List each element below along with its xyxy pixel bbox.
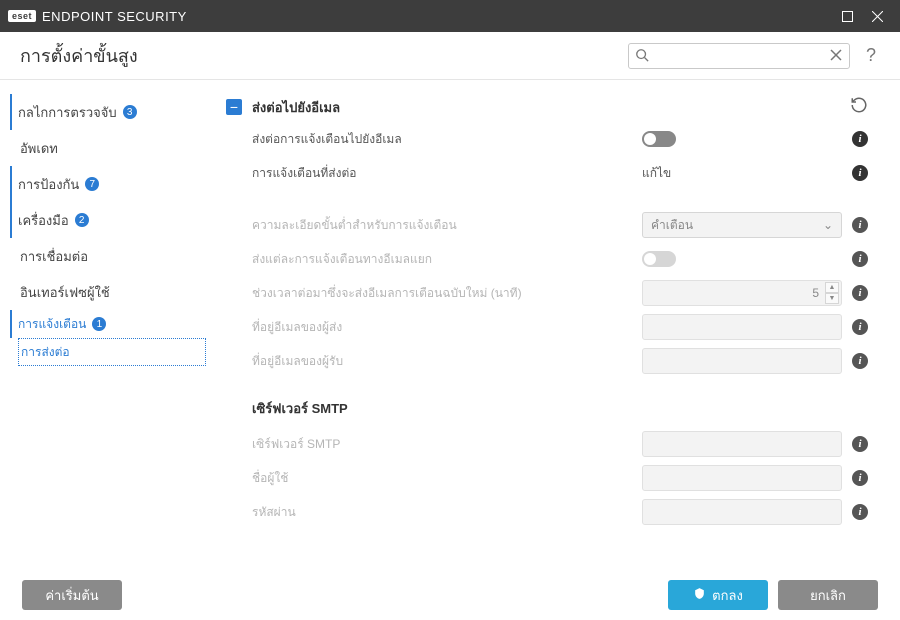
sidebar-item-label: การส่งต่อ: [21, 343, 70, 362]
row-label: รหัสผ่าน: [252, 503, 632, 522]
reset-icon[interactable]: [850, 96, 868, 119]
sidebar-badge: 3: [123, 105, 137, 119]
window-maximize-button[interactable]: [832, 0, 862, 32]
row-forward-notify: การแจ้งเตือนที่ส่งต่อ แก้ไข i: [226, 156, 868, 190]
search-box: [628, 43, 850, 69]
smtp-server-field[interactable]: [642, 431, 842, 457]
search-input[interactable]: [628, 43, 850, 69]
brand: eset ENDPOINT SECURITY: [8, 9, 187, 24]
row-smtp-password: รหัสผ่าน i: [226, 495, 868, 529]
row-smtp-server: เซิร์ฟเวอร์ SMTP i: [226, 427, 868, 461]
info-icon[interactable]: i: [852, 504, 868, 520]
search-icon: [635, 48, 649, 67]
collapse-icon[interactable]: −: [226, 99, 242, 115]
page-title: การตั้งค่าขั้นสูง: [20, 41, 616, 70]
sidebar-item-label: การป้องกัน: [18, 174, 79, 195]
row-label: ที่อยู่อีเมลของผู้ส่ง: [252, 318, 632, 337]
row-forward-enable: ส่งต่อการแจ้งเตือนไปยังอีเมล i: [226, 122, 868, 156]
scroll-area[interactable]: − ส่งต่อไปยังอีเมล ส่งต่อการแจ้งเตือนไปย…: [210, 92, 878, 570]
sidebar-item-label: อัพเดท: [20, 138, 58, 159]
sidebar-item-notifications[interactable]: การแจ้งเตือน 1: [10, 310, 206, 338]
sidebar-badge: 2: [75, 213, 89, 227]
sidebar-item-connection[interactable]: การเชื่อมต่อ: [18, 238, 206, 274]
window-close-button[interactable]: [862, 0, 892, 32]
sidebar-item-forwarding[interactable]: การส่งต่อ: [18, 338, 206, 366]
section-title: ส่งต่อไปยังอีเมล: [252, 97, 840, 118]
header: การตั้งค่าขั้นสูง ?: [0, 32, 900, 80]
row-interval: ช่วงเวลาต่อมาซึ่งจะส่งอีเมลการเตือนฉบับใ…: [226, 276, 868, 310]
info-icon[interactable]: i: [852, 436, 868, 452]
row-label: การแจ้งเตือนที่ส่งต่อ: [252, 164, 632, 183]
edit-link[interactable]: แก้ไข: [642, 164, 671, 183]
toggle-separate-email: [642, 251, 676, 267]
select-min-level[interactable]: คำเตือน ⌄: [642, 212, 842, 238]
footer: ค่าเริ่มต้น ตกลง ยกเลิก: [0, 570, 900, 620]
sidebar-item-label: อินเทอร์เฟซผู้ใช้: [20, 282, 110, 303]
info-icon[interactable]: i: [852, 470, 868, 486]
section-header: − ส่งต่อไปยังอีเมล: [226, 92, 868, 122]
info-icon[interactable]: i: [852, 319, 868, 335]
row-label: ส่งแต่ละการแจ้งเตือนทางอีเมลแยก: [252, 250, 632, 269]
content: − ส่งต่อไปยังอีเมล ส่งต่อการแจ้งเตือนไปย…: [210, 80, 900, 570]
sidebar-badge: 1: [92, 317, 106, 331]
smtp-username-field[interactable]: [642, 465, 842, 491]
info-icon[interactable]: i: [852, 217, 868, 233]
row-label: ความละเอียดขั้นต่ำสำหรับการแจ้งเตือน: [252, 216, 632, 235]
row-label: เซิร์ฟเวอร์ SMTP: [252, 435, 632, 454]
row-recipient-addr: ที่อยู่อีเมลของผู้รับ i: [226, 344, 868, 378]
smtp-section-title: เซิร์ฟเวอร์ SMTP: [226, 378, 868, 427]
sidebar-item-tools[interactable]: เครื่องมือ 2: [10, 202, 206, 238]
brand-text: ENDPOINT SECURITY: [42, 9, 187, 24]
info-icon[interactable]: i: [852, 131, 868, 147]
sidebar-item-label: กลไกการตรวจจับ: [18, 102, 117, 123]
brand-badge: eset: [8, 10, 36, 22]
row-min-level: ความละเอียดขั้นต่ำสำหรับการแจ้งเตือน คำเ…: [226, 208, 868, 242]
titlebar: eset ENDPOINT SECURITY: [0, 0, 900, 32]
sidebar-badge: 7: [85, 177, 99, 191]
cancel-button[interactable]: ยกเลิก: [778, 580, 878, 610]
recipient-address-field[interactable]: [642, 348, 842, 374]
sidebar-item-detection[interactable]: กลไกการตรวจจับ 3: [10, 94, 206, 130]
clear-search-icon[interactable]: [829, 48, 843, 67]
info-icon[interactable]: i: [852, 285, 868, 301]
row-smtp-username: ชื่อผู้ใช้ i: [226, 461, 868, 495]
sidebar-item-label: เครื่องมือ: [18, 210, 69, 231]
sidebar: กลไกการตรวจจับ 3 อัพเดท การป้องกัน 7 เคร…: [0, 80, 210, 570]
row-label: ชื่อผู้ใช้: [252, 469, 632, 488]
select-value: คำเตือน: [651, 216, 693, 235]
row-label: ช่วงเวลาต่อมาซึ่งจะส่งอีเมลการเตือนฉบับใ…: [252, 284, 632, 303]
help-icon[interactable]: ?: [862, 45, 880, 66]
interval-stepper[interactable]: 5 ▲ ▼: [642, 280, 842, 306]
sidebar-item-ui[interactable]: อินเทอร์เฟซผู้ใช้: [18, 274, 206, 310]
interval-value: 5: [812, 286, 819, 300]
info-icon[interactable]: i: [852, 165, 868, 181]
row-label: ที่อยู่อีเมลของผู้รับ: [252, 352, 632, 371]
defaults-button[interactable]: ค่าเริ่มต้น: [22, 580, 122, 610]
chevron-down-icon: ⌄: [823, 218, 833, 232]
sidebar-item-update[interactable]: อัพเดท: [18, 130, 206, 166]
shield-icon: [693, 587, 706, 603]
sidebar-item-label: การเชื่อมต่อ: [20, 246, 88, 267]
row-label: ส่งต่อการแจ้งเตือนไปยังอีเมล: [252, 130, 632, 149]
row-sender-addr: ที่อยู่อีเมลของผู้ส่ง i: [226, 310, 868, 344]
stepper-down-icon[interactable]: ▼: [825, 293, 839, 304]
stepper-up-icon[interactable]: ▲: [825, 282, 839, 293]
info-icon[interactable]: i: [852, 353, 868, 369]
sidebar-item-protection[interactable]: การป้องกัน 7: [10, 166, 206, 202]
smtp-password-field[interactable]: [642, 499, 842, 525]
row-separate-email: ส่งแต่ละการแจ้งเตือนทางอีเมลแยก i: [226, 242, 868, 276]
sidebar-item-label: การแจ้งเตือน: [18, 315, 86, 334]
ok-button[interactable]: ตกลง: [668, 580, 768, 610]
toggle-forward-enable[interactable]: [642, 131, 676, 147]
sender-address-field[interactable]: [642, 314, 842, 340]
info-icon[interactable]: i: [852, 251, 868, 267]
